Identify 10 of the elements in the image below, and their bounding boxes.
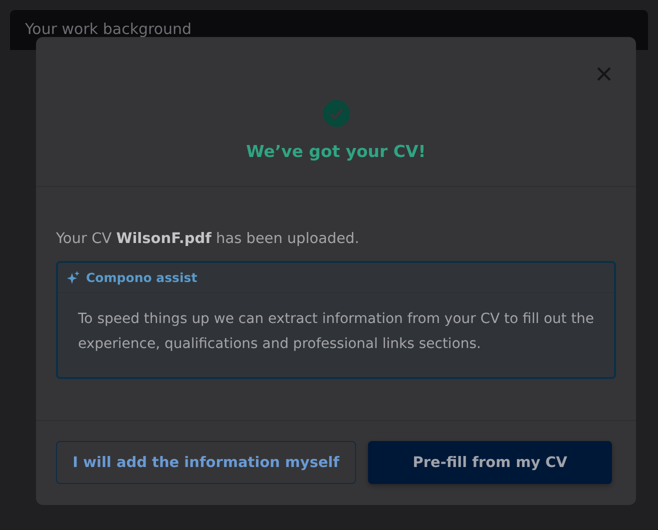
dialog-title: We’ve got your CV! — [246, 142, 426, 161]
sparkle-icon — [67, 271, 80, 284]
assist-text: To speed things up we can extract information from your CV to fill out the experience, qualifications and professional links sections. — [77, 310, 596, 354]
assist-label: Compono assist — [86, 270, 198, 285]
page-title: Your work background — [25, 20, 192, 38]
prefill-button[interactable]: Pre-fill from my CV — [368, 441, 612, 484]
upload-message: Your CV WilsonF.pdf has been uploaded. — [56, 231, 360, 247]
manual-entry-button[interactable]: I will add the information myself — [56, 441, 356, 484]
close-icon[interactable] — [596, 66, 612, 82]
check-circle-icon — [322, 100, 350, 127]
